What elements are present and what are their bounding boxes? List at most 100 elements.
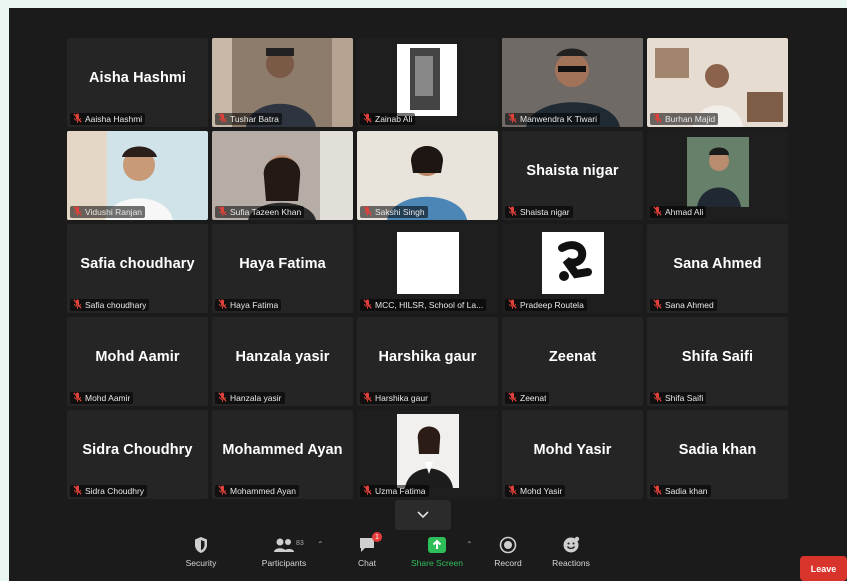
mic-muted-icon bbox=[218, 296, 227, 313]
share-options-caret[interactable]: ⌃ bbox=[466, 540, 473, 549]
mic-muted-icon bbox=[218, 110, 227, 127]
participant-name-tag: Mohd Aamir bbox=[70, 392, 134, 404]
participant-name-tag: Sadia khan bbox=[650, 485, 711, 497]
participant-name-tag: Pradeep Routela bbox=[505, 299, 587, 311]
participant-tile[interactable]: Harshika gaur Harshika gaur bbox=[357, 317, 498, 406]
participant-display-name: Sidra Choudhry bbox=[82, 442, 193, 458]
mic-muted-icon bbox=[508, 389, 517, 406]
participant-tile[interactable]: Mohd Yasir Mohd Yasir bbox=[502, 410, 643, 499]
participant-name-tag: Manwendra K Tiwari bbox=[505, 110, 601, 127]
participant-name-label: Safia choudhary bbox=[85, 300, 147, 310]
mic-muted-icon bbox=[363, 482, 372, 499]
participant-name-label: Burhan Majid bbox=[665, 114, 716, 124]
participant-tile[interactable]: Sufia Tazeen Khan bbox=[212, 131, 353, 220]
participant-tile[interactable]: Haya Fatima Haya Fatima bbox=[212, 224, 353, 313]
security-label: Security bbox=[185, 558, 217, 568]
participant-tile[interactable]: Hanzala yasir Hanzala yasir bbox=[212, 317, 353, 406]
participant-name-label: Aaisha Hashmi bbox=[85, 114, 143, 124]
participant-name-label: Mohd Aamir bbox=[85, 393, 131, 403]
participant-tile[interactable]: MCC, HILSR, School of La... bbox=[357, 224, 498, 313]
mic-muted-icon bbox=[653, 482, 662, 499]
chevron-down-icon bbox=[417, 511, 429, 519]
participants-count: 83 bbox=[296, 540, 304, 547]
participant-display-name: Safia choudhary bbox=[80, 256, 195, 272]
participant-name-tag: Ahmad Ali bbox=[650, 203, 707, 220]
participant-display-name: Aisha Hashmi bbox=[88, 70, 187, 86]
share-screen-label: Share Screen bbox=[411, 558, 463, 568]
participant-tile[interactable]: Manwendra K Tiwari bbox=[502, 38, 643, 127]
mic-muted-icon bbox=[508, 203, 517, 220]
participant-display-name: Sana Ahmed bbox=[673, 256, 762, 272]
participant-tile[interactable]: Ahmad Ali bbox=[647, 131, 788, 220]
participant-tile[interactable]: Pradeep Routela bbox=[502, 224, 643, 313]
chevron-up-icon[interactable]: ⌃ bbox=[317, 540, 324, 549]
mic-muted-icon bbox=[508, 110, 517, 127]
participant-tile[interactable]: Mohammed Ayan Mohammed Ayan bbox=[212, 410, 353, 499]
shield-icon bbox=[195, 537, 207, 553]
leave-button[interactable]: Leave bbox=[800, 556, 847, 581]
mic-muted-icon bbox=[363, 389, 372, 406]
participant-tile[interactable]: Mohd Aamir Mohd Aamir bbox=[67, 317, 208, 406]
participant-display-name: Sadia khan bbox=[678, 442, 757, 458]
participant-name-tag: Zeenat bbox=[505, 389, 550, 406]
show-more-button[interactable] bbox=[395, 500, 451, 530]
reactions-label: Reactions bbox=[552, 558, 590, 568]
participant-tile[interactable]: Safia choudhary Safia choudhary bbox=[67, 224, 208, 313]
participant-name-label: Hanzala yasir bbox=[230, 393, 282, 403]
participant-name-tag: Hanzala yasir bbox=[215, 392, 285, 404]
mic-muted-icon bbox=[653, 203, 662, 220]
mic-muted-icon bbox=[73, 203, 82, 220]
participant-name-label: Vidushi Ranjan bbox=[85, 207, 143, 217]
mic-muted-icon bbox=[218, 482, 227, 499]
record-button[interactable]: Record bbox=[473, 536, 543, 568]
participant-tile[interactable]: Aisha Hashmi Aaisha Hashmi bbox=[67, 38, 208, 127]
participant-tile[interactable]: Zeenat Zeenat bbox=[502, 317, 643, 406]
participant-name-tag: Zainab Ali bbox=[360, 110, 416, 127]
participant-name-label: Tushar Batra bbox=[230, 114, 279, 124]
participant-name-tag: Vidushi Ranjan bbox=[70, 203, 146, 220]
participant-tile[interactable]: Shaista nigar Shaista nigar bbox=[502, 131, 643, 220]
participant-display-name: Haya Fatima bbox=[239, 256, 326, 272]
participant-name-tag: Mohammed Ayan bbox=[215, 485, 299, 497]
participant-name-label: Mohammed Ayan bbox=[230, 486, 296, 496]
participant-name-label: Sadia khan bbox=[665, 486, 708, 496]
participant-display-name: Mohd Aamir bbox=[95, 349, 180, 365]
participant-name-label: Haya Fatima bbox=[230, 300, 279, 310]
security-button[interactable]: Security bbox=[166, 536, 236, 568]
participant-tile[interactable]: Sidra Choudhry Sidra Choudhry bbox=[67, 410, 208, 499]
participant-name-label: Manwendra K Tiwari bbox=[520, 114, 598, 124]
participant-tile[interactable]: Burhan Majid bbox=[647, 38, 788, 127]
reactions-button[interactable]: Reactions bbox=[536, 536, 606, 568]
participant-name-tag: Tushar Batra bbox=[215, 113, 282, 125]
participant-name-label: Shaista nigar bbox=[520, 207, 570, 217]
participant-tile[interactable]: Sakshi Singh bbox=[357, 131, 498, 220]
participant-name-label: Ahmad Ali bbox=[665, 207, 704, 217]
participant-display-name: Mohd Yasir bbox=[533, 442, 612, 458]
participant-display-name: Zeenat bbox=[548, 349, 597, 365]
share-screen-button[interactable]: ⌃ Share Screen bbox=[402, 536, 473, 568]
participant-name-label: Sakshi Singh bbox=[375, 207, 425, 217]
participant-name-tag: Harshika gaur bbox=[360, 392, 431, 404]
participants-button[interactable]: 83 ⌃ Participants bbox=[249, 536, 324, 568]
participant-tile[interactable]: Zainab Ali bbox=[357, 38, 498, 127]
meeting-window: Aisha Hashmi Aaisha Hashmi Tushar Batra Zai… bbox=[9, 8, 847, 581]
mic-muted-icon bbox=[73, 482, 82, 499]
mic-muted-icon bbox=[73, 296, 82, 313]
participant-name-label: Zainab Ali bbox=[375, 114, 413, 124]
participant-tile[interactable]: Tushar Batra bbox=[212, 38, 353, 127]
participant-name-label: Pradeep Routela bbox=[520, 300, 584, 310]
participant-tile[interactable]: Shifa Saifi Shifa Saifi bbox=[647, 317, 788, 406]
participant-name-label: Sidra Choudhry bbox=[85, 486, 145, 496]
participant-tile[interactable]: Uzma Fatima bbox=[357, 410, 498, 499]
mic-muted-icon bbox=[653, 110, 662, 127]
chat-button[interactable]: 1 Chat bbox=[332, 532, 402, 568]
mic-muted-icon bbox=[363, 110, 372, 127]
participant-tile[interactable]: Sadia khan Sadia khan bbox=[647, 410, 788, 499]
participant-display-name: Hanzala yasir bbox=[235, 349, 330, 365]
participant-tile[interactable]: Vidushi Ranjan bbox=[67, 131, 208, 220]
participant-name-tag: Uzma Fatima bbox=[360, 485, 429, 497]
record-label: Record bbox=[494, 558, 522, 568]
participant-display-name: Mohammed Ayan bbox=[222, 442, 343, 458]
mic-muted-icon bbox=[653, 296, 662, 313]
participant-tile[interactable]: Sana Ahmed Sana Ahmed bbox=[647, 224, 788, 313]
